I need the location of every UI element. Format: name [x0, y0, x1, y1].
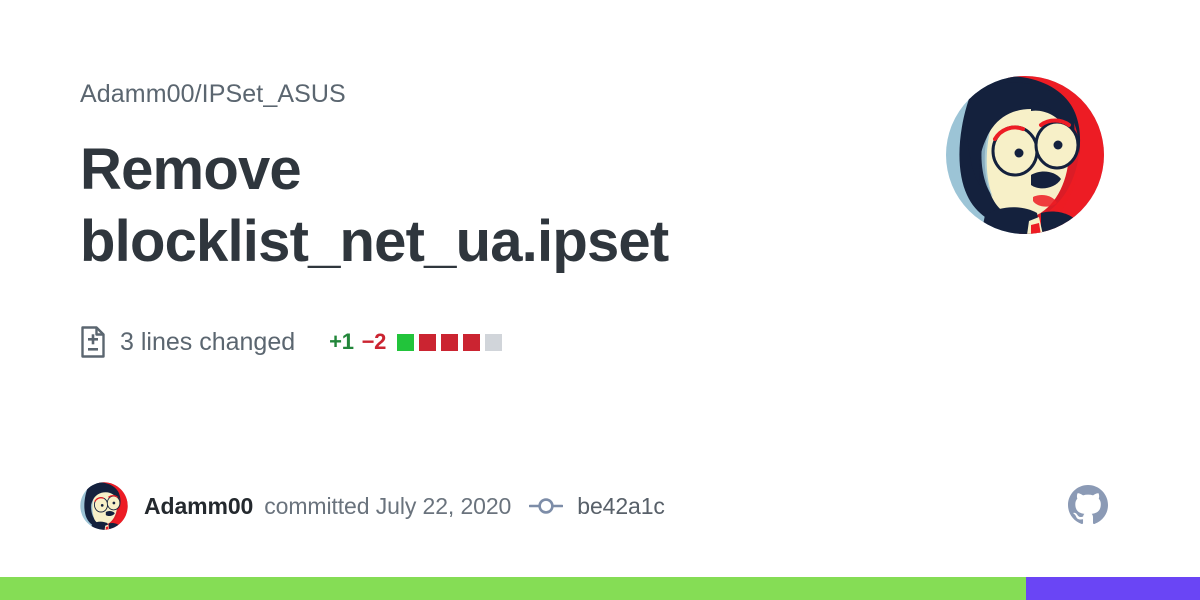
avatar-image: [946, 76, 1104, 234]
diff-square-addition: [397, 333, 415, 351]
diff-squares: [397, 333, 503, 351]
green-segment: [0, 577, 1026, 600]
deletions-count: −2: [361, 329, 387, 354]
git-commit-icon: [529, 496, 564, 516]
diff-counts: +1 −2: [329, 329, 503, 355]
github-octocat-icon: [1068, 485, 1108, 525]
lines-changed-label: 3 lines changed: [120, 328, 296, 356]
avatar: [945, 75, 1105, 235]
author-avatar-image: [80, 482, 128, 530]
diff-square-deletion: [441, 333, 459, 351]
repository-name[interactable]: Adamm00/IPSet_ASUS: [80, 78, 920, 110]
diff-stats-row: 3 lines changed +1 −2: [80, 323, 503, 361]
card-header: Adamm00/IPSet_ASUS Remove blocklist_net_…: [80, 78, 920, 278]
accent-bar: [0, 577, 1200, 600]
commit-social-card: Adamm00/IPSet_ASUS Remove blocklist_net_…: [0, 0, 1200, 600]
purple-segment: [1026, 577, 1200, 600]
diff-square-deletion: [463, 333, 481, 351]
diff-file-icon: [80, 326, 106, 358]
additions-count: +1: [329, 329, 354, 354]
commit-date-label: committed July 22, 2020: [264, 492, 512, 519]
author-name[interactable]: Adamm00: [144, 493, 253, 520]
commit-sha[interactable]: be42a1c: [577, 493, 665, 520]
commit-meta-row: Adamm00 committed July 22, 2020 be42a1c: [144, 489, 665, 523]
commit-title: Remove blocklist_net_ua.ipset: [80, 137, 669, 274]
diff-square-neutral: [485, 333, 503, 351]
diff-square-deletion: [419, 333, 437, 351]
author-avatar: [80, 482, 128, 530]
